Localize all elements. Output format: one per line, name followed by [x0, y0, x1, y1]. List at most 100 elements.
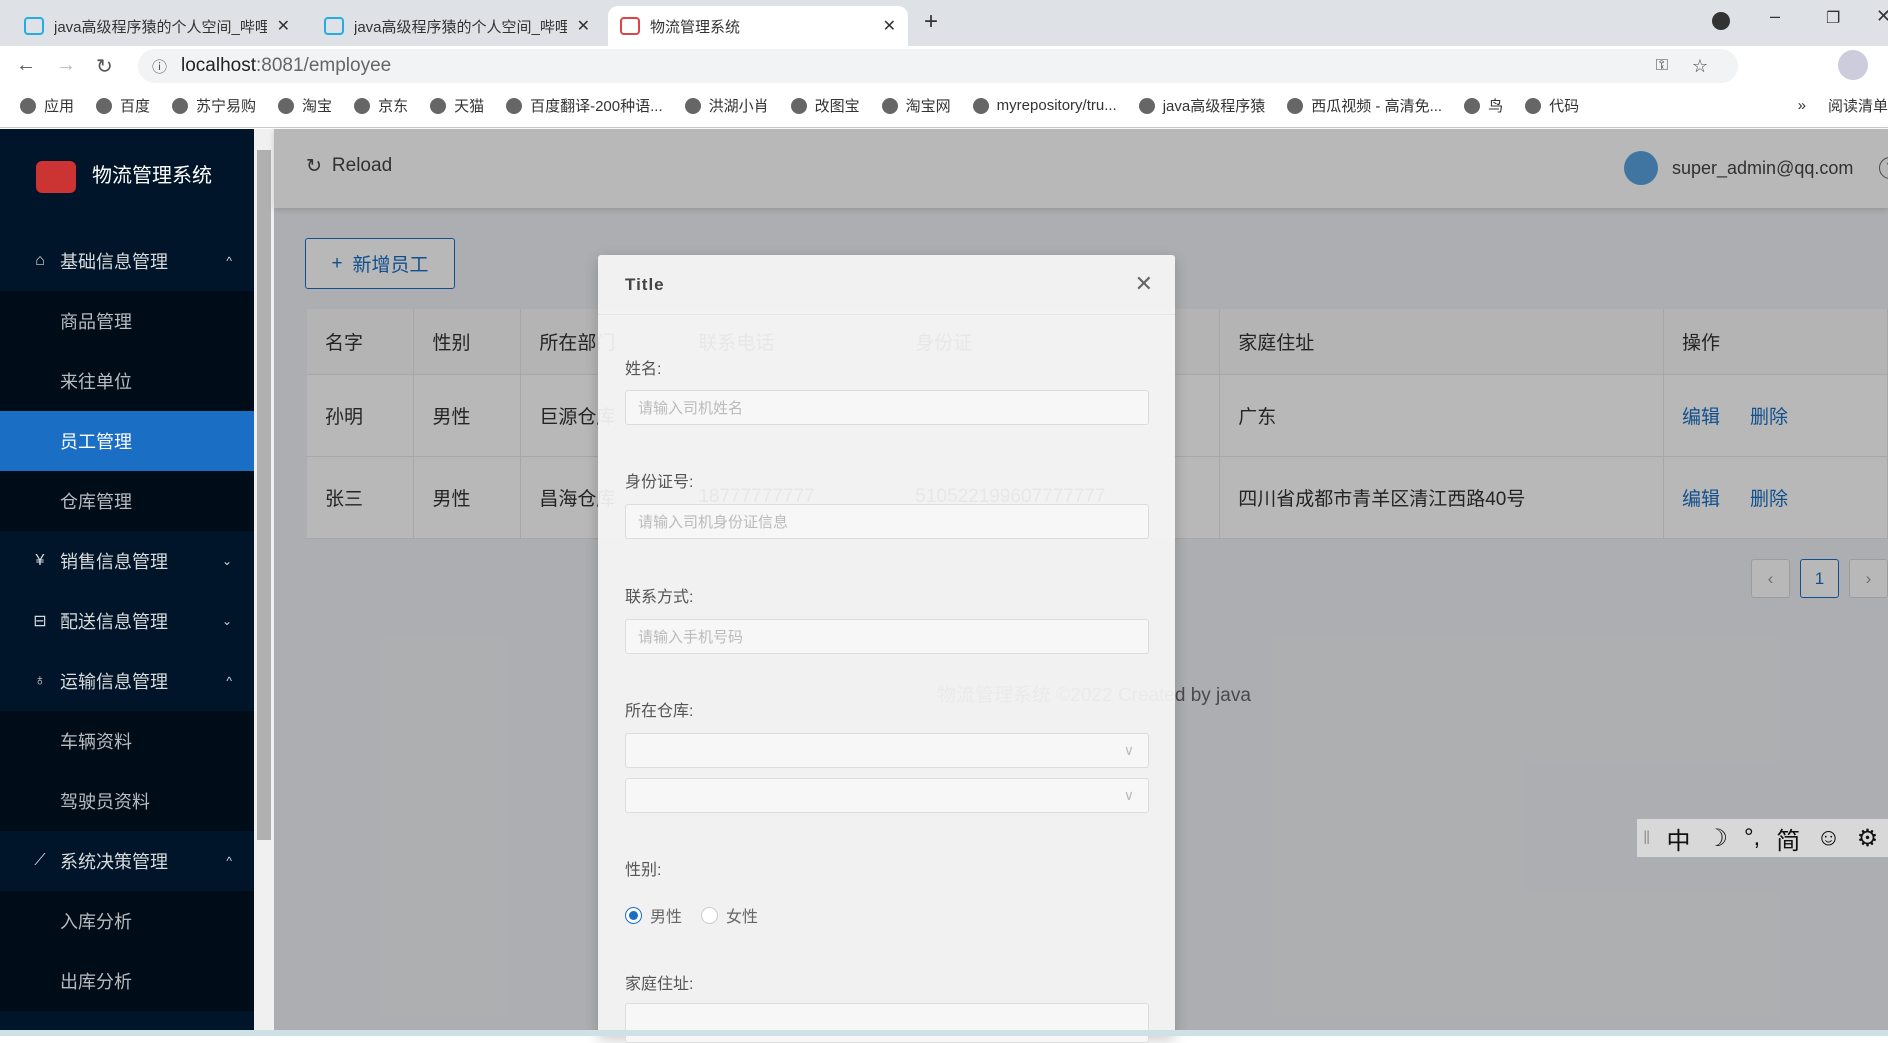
bookmark-label: 淘宝 [302, 98, 333, 115]
bookmark-label: 应用 [44, 98, 75, 115]
sidebar-item[interactable]: 出库分析 [0, 951, 254, 1011]
bookmark-icon [881, 97, 898, 114]
id-input[interactable]: 请输入司机身份证信息 [625, 504, 1149, 539]
browser-tab-active[interactable]: 物流管理系统 ✕ [608, 6, 908, 46]
drag-handle-icon[interactable]: ‖ [1643, 828, 1650, 849]
close-window-button[interactable]: ✕ [1876, 6, 1888, 27]
ime-emoji-icon[interactable]: ☺ [1816, 824, 1841, 852]
minimize-button[interactable]: – [1770, 6, 1780, 27]
bookmark-item[interactable]: 鸟 [1464, 95, 1503, 116]
bookmark-icon [790, 97, 807, 114]
bookmark-item[interactable]: 苏宁易购 [172, 95, 256, 116]
line-chart-icon: ⟋ [34, 852, 46, 869]
name-input[interactable]: 请输入司机姓名 [625, 390, 1149, 425]
bookmark-item[interactable]: 代码 [1525, 95, 1579, 116]
sidebar-item[interactable]: ¥ 销售信息管理 ⌄ [0, 531, 254, 591]
bookmark-item[interactable]: myrepository/tru... [972, 97, 1117, 114]
ime-simplified-icon[interactable]: 简 [1776, 821, 1800, 856]
sidebar-item[interactable]: 驾驶员资料 [0, 771, 254, 831]
bookmarks-bar: 应用 百度 苏宁易购 淘宝 京东 天猫 百度翻译-200种语... 洪湖小肖 改图宝 淘宝网 myr… [0, 84, 1888, 128]
key-icon[interactable]: ⚿ [1656, 57, 1668, 75]
sidebar-item-label: 系统决策管理 [60, 852, 168, 872]
sidebar-item-label: 销售信息管理 [60, 552, 168, 572]
sidebar-item-label: 基础信息管理 [60, 252, 168, 272]
restore-button[interactable]: ❐ [1826, 8, 1840, 28]
reload-icon[interactable]: ↻ [96, 54, 113, 79]
sidebar-item[interactable]: ⌂ 基础信息管理 ^ [0, 231, 254, 291]
truck-icon [620, 17, 640, 35]
forward-icon[interactable]: → [56, 54, 76, 77]
gender-radio-male[interactable]: 男性 [625, 903, 682, 927]
phone-label: 联系方式: [625, 589, 694, 606]
sidebar-item[interactable]: 商品管理 [0, 291, 254, 351]
sidebar-item[interactable]: 仓库管理 [0, 471, 254, 531]
bookmark-item[interactable]: 京东 [354, 95, 408, 116]
bell-icon: ♁ [34, 672, 46, 689]
sidebar-item-label: 商品管理 [60, 312, 132, 332]
sidebar-item[interactable]: 员工管理 [0, 411, 254, 471]
bookmarks-more-button[interactable]: » [1798, 97, 1806, 114]
bookmark-label: 天猫 [454, 98, 485, 115]
browser-tab[interactable]: java高级程序猿的个人空间_哔哩哔哩✕ [312, 6, 602, 46]
close-icon[interactable]: ✕ [1135, 271, 1153, 297]
bookmark-item[interactable]: 百度 [96, 95, 150, 116]
close-tab-icon[interactable]: ✕ [277, 16, 290, 36]
sidebar-item[interactable]: ⊟ 配送信息管理 ⌄ [0, 591, 254, 651]
car-icon: ⊟ [33, 613, 47, 630]
profile-avatar[interactable] [1838, 50, 1868, 80]
bookmark-item[interactable]: 淘宝 [278, 95, 332, 116]
address-input[interactable] [625, 1003, 1149, 1043]
sidebar-item[interactable]: 车辆资料 [0, 711, 254, 771]
close-tab-icon[interactable]: ✕ [883, 16, 896, 36]
sidebar-item-label: 来往单位 [60, 372, 132, 392]
ime-moon-icon[interactable]: ☽ [1706, 824, 1728, 853]
bookmark-item[interactable]: 西瓜视频 - 高清免... [1287, 95, 1442, 116]
ime-settings-icon[interactable]: ⚙ [1857, 824, 1879, 853]
bookmark-item[interactable]: java高级程序猿 [1138, 95, 1265, 116]
bookmark-item[interactable]: 百度翻译-200种语... [506, 95, 663, 116]
warehouse-select[interactable]: ∨ [625, 733, 1149, 768]
home-icon: ⌂ [35, 252, 45, 269]
phone-input[interactable]: 请输入手机号码 [625, 619, 1149, 654]
address-bar-row: ← → ↻ ⓘ localhost:8081/employee ☆ ⚿ [0, 46, 1888, 84]
sidebar: 物流管理系统 ⌂ 基础信息管理 ^ 商品管理 来往单位 员工管理 仓库管理 ¥ 销售信息管理 ⌄ ⊟… [0, 129, 254, 1036]
bookmark-item[interactable]: 应用 [20, 95, 74, 116]
bookmark-item[interactable]: 洪湖小肖 [684, 95, 769, 116]
bookmark-label: myrepository/tru... [996, 97, 1117, 114]
ime-chinese-mode-icon[interactable]: 中 [1666, 821, 1690, 856]
back-icon[interactable]: ← [16, 54, 36, 77]
star-icon[interactable]: ☆ [1692, 56, 1708, 77]
chevron-up-icon: ^ [226, 254, 232, 268]
reading-list-button[interactable]: 阅读清单 [1828, 95, 1888, 116]
bookmark-label: 鸟 [1488, 98, 1504, 115]
warehouse-subselect[interactable]: ∨ [625, 778, 1149, 813]
sidebar-item[interactable]: ♁ 运输信息管理 ^ [0, 651, 254, 711]
bookmark-icon [1525, 97, 1542, 114]
chevron-down-icon: ∨ [1123, 787, 1134, 803]
id-label: 身份证号: [625, 474, 694, 491]
bookmark-icon [1287, 97, 1304, 114]
bookmark-item[interactable]: 淘宝网 [881, 95, 951, 116]
bookmark-item[interactable]: 改图宝 [790, 95, 860, 116]
browser-tab[interactable]: java高级程序猿的个人空间_哔哩哔哩✕ [12, 6, 302, 46]
name-label: 姓名: [625, 361, 662, 378]
chevron-up-icon: ^ [226, 854, 232, 868]
new-tab-button[interactable]: + [924, 8, 938, 36]
bookmark-item[interactable]: 天猫 [430, 95, 484, 116]
chevron-down-icon: ∨ [1123, 742, 1134, 758]
bookmark-label: 西瓜视频 - 高清免... [1311, 98, 1443, 115]
tab-search-icon[interactable] [1712, 12, 1730, 30]
gender-radio-female[interactable]: 女性 [701, 903, 758, 927]
sidebar-scrollbar-thumb[interactable] [257, 150, 271, 840]
sidebar-item-label: 出库分析 [60, 972, 132, 992]
sidebar-item[interactable]: 来往单位 [0, 351, 254, 411]
ime-punctuation-icon[interactable]: °, [1744, 824, 1760, 852]
bookmark-icon [96, 97, 113, 114]
url-input[interactable]: ⓘ localhost:8081/employee ☆ ⚿ [138, 49, 1738, 83]
close-tab-icon[interactable]: ✕ [577, 16, 590, 36]
gender-label: 性别: [625, 862, 662, 879]
chevron-up-icon: ^ [226, 674, 232, 688]
sidebar-item[interactable]: 入库分析 [0, 891, 254, 951]
add-employee-modal: Title ✕ 姓名: 请输入司机姓名 身份证号: 请输入司机身份证信息 联系方… [598, 255, 1175, 1043]
sidebar-item[interactable]: ⟋ 系统决策管理 ^ [0, 831, 254, 891]
